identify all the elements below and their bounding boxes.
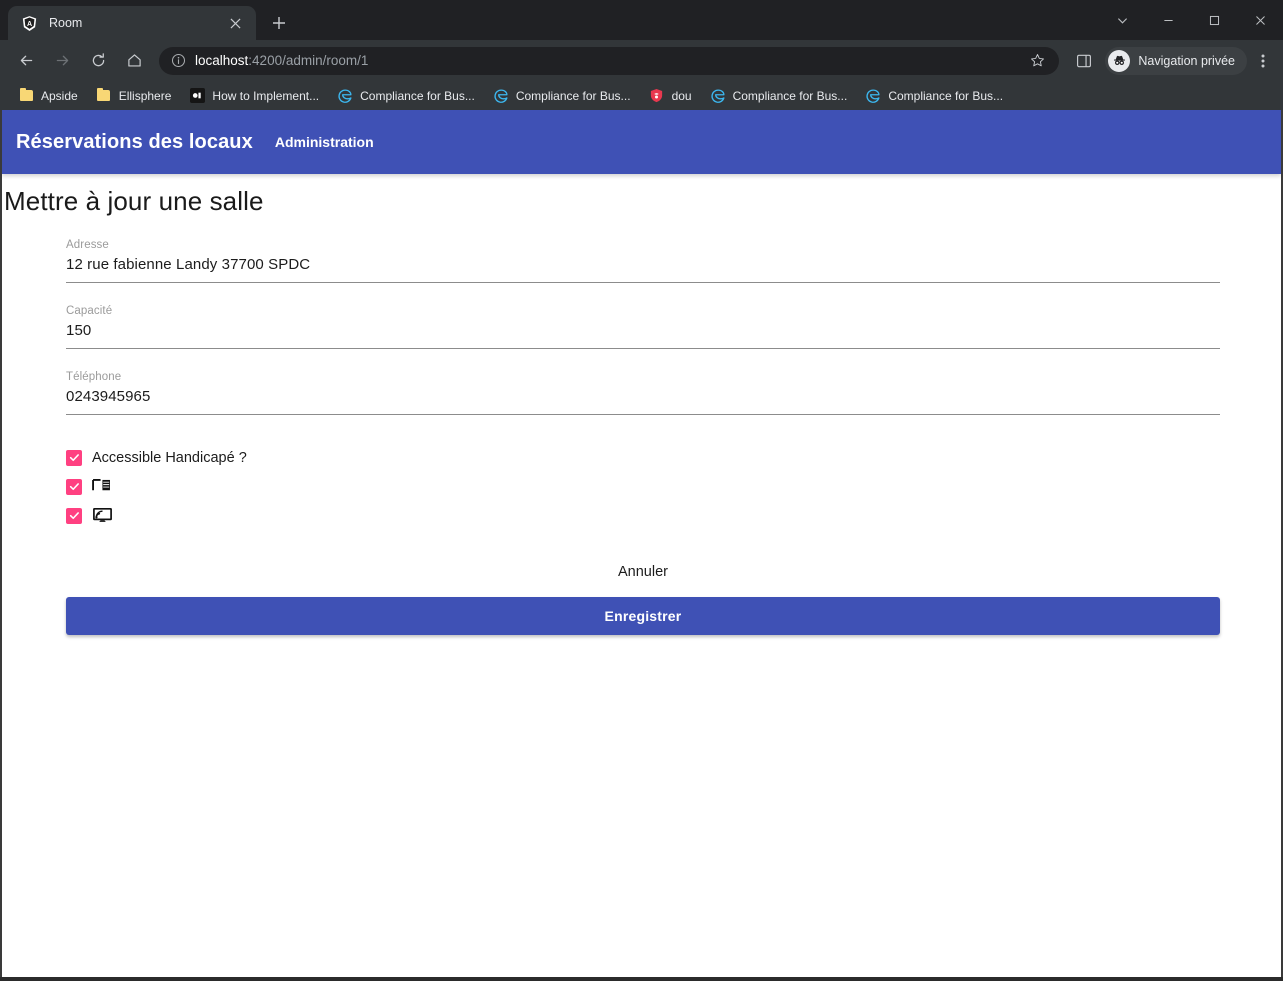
bookmarks-bar: Apside Ellisphere How to Implement... Co…	[0, 81, 1283, 110]
url-text: localhost:4200/admin/room/1	[195, 53, 1021, 68]
window-close-icon[interactable]	[1237, 0, 1283, 40]
browser-toolbar: localhost:4200/admin/room/1 Navigation p…	[0, 40, 1283, 81]
page-title: Mettre à jour une salle	[4, 186, 264, 216]
checkbox-screen-cast[interactable]	[66, 501, 1220, 530]
bookmark-item[interactable]: Compliance for Bus...	[857, 84, 1011, 107]
shield-icon	[649, 88, 665, 104]
angular-shield-icon: A	[21, 15, 38, 32]
incognito-icon	[1108, 49, 1131, 72]
edge-icon	[493, 88, 509, 104]
bookmark-label: Compliance for Bus...	[515, 88, 631, 103]
bookmark-item[interactable]: Compliance for Bus...	[702, 84, 856, 107]
bookmark-item[interactable]: dou	[641, 84, 700, 107]
reload-icon[interactable]	[83, 46, 113, 76]
room-form: Adresse 12 rue fabienne Landy 37700 SPDC…	[2, 217, 1220, 635]
bookmark-label: How to Implement...	[212, 88, 320, 103]
cancel-button[interactable]: Annuler	[604, 558, 682, 586]
checkbox-accessible-handicape[interactable]: Accessible Handicapé ?	[66, 443, 1220, 472]
checkbox-checked-icon[interactable]	[66, 449, 82, 466]
bookmark-item[interactable]: Ellisphere	[88, 84, 180, 107]
checkbox-checked-icon[interactable]	[66, 507, 82, 524]
field-telephone[interactable]: Téléphone 0243945965	[66, 371, 1220, 415]
bookmark-item[interactable]: Compliance for Bus...	[485, 84, 639, 107]
browser-tab[interactable]: A Room	[8, 6, 256, 40]
browser-window: A Room localhost:4200/admin/room/1 Navig…	[0, 0, 1283, 981]
whiteboard-icon	[92, 479, 111, 494]
incognito-profile-button[interactable]: Navigation privée	[1105, 46, 1247, 75]
checkbox-label: Accessible Handicapé ?	[92, 449, 247, 466]
minimize-icon[interactable]	[1145, 0, 1191, 40]
field-adresse[interactable]: Adresse 12 rue fabienne Landy 37700 SPDC	[66, 239, 1220, 283]
close-icon[interactable]	[224, 12, 246, 34]
page-viewport: Réservations des locaux Administration M…	[0, 110, 1283, 981]
bookmark-label: Apside	[41, 88, 78, 103]
three-dots-icon[interactable]	[1249, 46, 1277, 76]
folder-icon	[96, 88, 112, 104]
dark-square-icon	[189, 88, 205, 104]
checkbox-list: Accessible Handicapé ?	[66, 443, 1220, 530]
forward-arrow-icon[interactable]	[47, 46, 77, 76]
address-bar[interactable]: localhost:4200/admin/room/1	[159, 46, 1060, 75]
checkbox-checked-icon[interactable]	[66, 478, 82, 495]
telephone-input[interactable]: 0243945965	[66, 388, 1220, 415]
checkbox-whiteboard[interactable]	[66, 472, 1220, 501]
capacite-input[interactable]: 150	[66, 322, 1220, 349]
screen-cast-icon	[92, 507, 113, 524]
maximize-icon[interactable]	[1191, 0, 1237, 40]
window-controls	[1099, 0, 1283, 40]
bookmark-item[interactable]: Apside	[10, 84, 86, 107]
bookmark-label: dou	[671, 88, 692, 103]
edge-icon	[710, 88, 726, 104]
bookmark-label: Compliance for Bus...	[732, 88, 848, 103]
form-actions: Annuler Enregistrer	[66, 558, 1220, 635]
edge-icon	[865, 88, 881, 104]
edge-icon	[337, 88, 353, 104]
field-label: Capacité	[66, 305, 113, 317]
nav-link-administration[interactable]: Administration	[275, 134, 374, 150]
url-host: localhost	[195, 53, 249, 68]
back-arrow-icon[interactable]	[11, 46, 41, 76]
bookmark-label: Ellisphere	[118, 88, 172, 103]
field-label: Adresse	[66, 239, 109, 251]
field-label: Téléphone	[66, 371, 122, 383]
chevron-down-icon[interactable]	[1099, 0, 1145, 40]
profile-label: Navigation privée	[1138, 53, 1235, 68]
tab-title: Room	[49, 16, 83, 30]
tab-strip: A Room	[0, 0, 1283, 40]
adresse-input[interactable]: 12 rue fabienne Landy 37700 SPDC	[66, 256, 1220, 283]
home-icon[interactable]	[119, 46, 149, 76]
app-title: Réservations des locaux	[16, 130, 253, 153]
info-circle-icon[interactable]	[170, 53, 186, 69]
bookmark-label: Compliance for Bus...	[888, 88, 1004, 103]
bookmark-label: Compliance for Bus...	[360, 88, 475, 103]
app-toolbar: Réservations des locaux Administration	[2, 110, 1281, 174]
url-path: :4200/admin/room/1	[248, 53, 369, 68]
new-tab-button[interactable]	[264, 8, 294, 38]
save-button[interactable]: Enregistrer	[66, 597, 1220, 635]
bookmark-item[interactable]: How to Implement...	[181, 84, 327, 107]
bookmark-item[interactable]: Compliance for Bus...	[329, 84, 483, 107]
folder-icon	[18, 88, 34, 104]
field-capacite[interactable]: Capacité 150	[66, 305, 1220, 349]
star-icon[interactable]	[1025, 49, 1049, 73]
svg-text:A: A	[27, 20, 32, 28]
side-panel-icon[interactable]	[1069, 46, 1099, 76]
window-bottom-edge	[0, 977, 1283, 981]
